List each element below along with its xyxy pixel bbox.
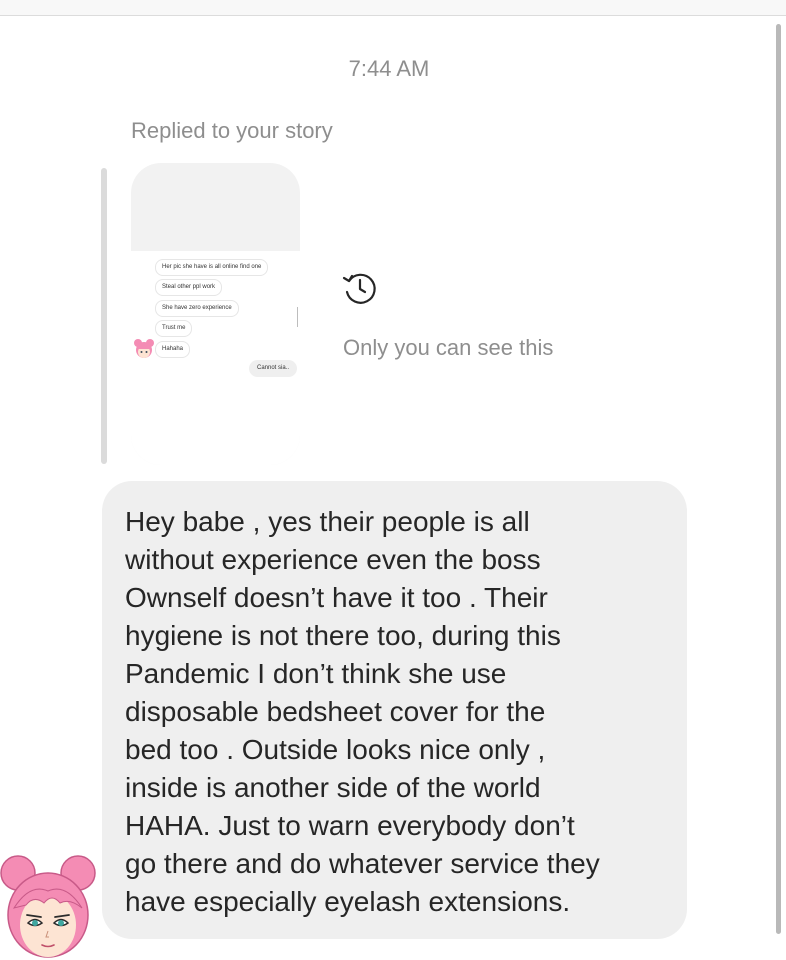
message-text-line: go there and do whatever service they bbox=[125, 848, 600, 879]
scrollbar-thumb[interactable] bbox=[776, 24, 781, 934]
clock-history-icon bbox=[340, 268, 380, 308]
message-text-line: HAHA. Just to warn everybody don’t bbox=[125, 810, 575, 841]
message-text-line: inside is another side of the world bbox=[125, 772, 541, 803]
message-timestamp: 7:44 AM bbox=[348, 56, 430, 81]
message-text-line: have especially eyelash extensions. bbox=[125, 886, 571, 917]
story-mini-message: Her pic she have is all online find one bbox=[155, 259, 269, 276]
message-text-line: hygiene is not there too, during this bbox=[125, 620, 561, 651]
message-text-line: Pandemic I don’t think she use bbox=[125, 658, 507, 689]
message-text-line: Ownself doesn’t have it too . Their bbox=[125, 582, 548, 613]
story-mini-avatar bbox=[133, 338, 155, 360]
story-mini-sent-message: Cannot sia.. bbox=[249, 360, 298, 377]
replied-to-story-label: Replied to your story bbox=[131, 118, 333, 143]
message-text-line: Hey babe , yes their people is all bbox=[125, 506, 530, 537]
story-mini-message: She have zero experience bbox=[155, 300, 239, 317]
message-text-line: disposable bedsheet cover for the bbox=[125, 696, 546, 727]
story-mini-message: Hahaha bbox=[155, 341, 191, 358]
window-top-bar bbox=[0, 0, 786, 16]
story-mini-message: Trust me bbox=[155, 320, 193, 337]
sender-avatar[interactable] bbox=[0, 853, 98, 960]
only-you-can-see-this-note: Only you can see this bbox=[343, 335, 554, 360]
message-text-line: without experience even the boss bbox=[125, 544, 541, 575]
reply-quote-bar bbox=[101, 168, 107, 464]
story-mini-message: Steal other ppl work bbox=[155, 279, 223, 296]
story-mini-scroll-indicator bbox=[297, 307, 298, 327]
received-message-bubble[interactable]: Hey babe , yes their people is all witho… bbox=[102, 481, 687, 939]
message-text-line: bed too . Outside looks nice only , bbox=[125, 734, 546, 765]
